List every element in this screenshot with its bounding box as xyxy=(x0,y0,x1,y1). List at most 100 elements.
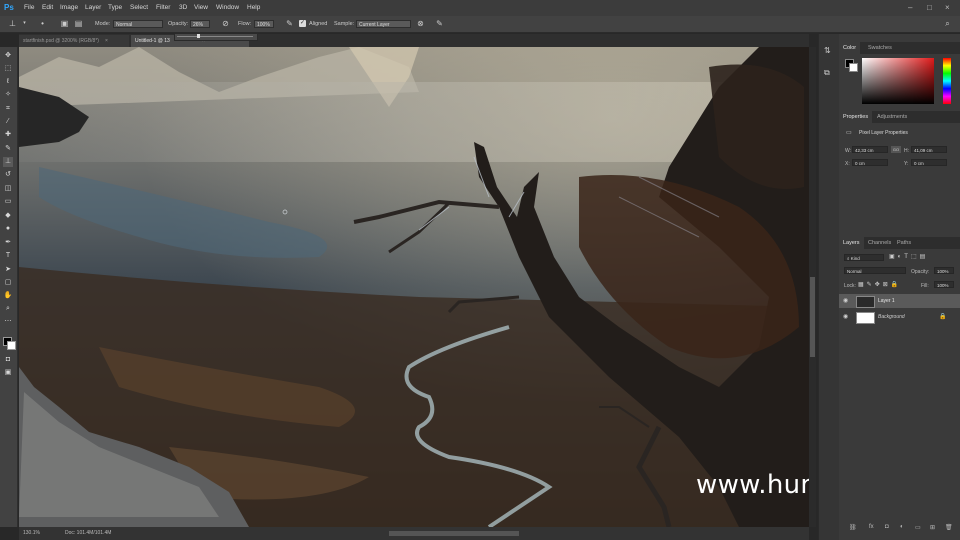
trash-icon[interactable]: 🗑 xyxy=(945,524,953,531)
canvas-vertical-scrollbar[interactable] xyxy=(809,47,816,527)
w-input[interactable]: 42,33 cm xyxy=(852,146,888,153)
y-input[interactable]: 0 cm xyxy=(911,159,947,166)
menu-file[interactable]: File xyxy=(24,4,34,11)
link-layers-icon[interactable]: ⛓ xyxy=(849,524,857,531)
eyedropper-tool-icon[interactable]: ⁄ xyxy=(3,117,13,127)
clone-stamp-tool-icon[interactable]: ⊥ xyxy=(3,157,13,167)
menu-type[interactable]: Type xyxy=(108,4,122,11)
screen-mode-icon[interactable]: ▣ xyxy=(3,368,13,378)
lock-icons[interactable]: ▦✎✥⊠🔒 xyxy=(858,281,901,288)
blur-tool-icon[interactable]: ◆ xyxy=(3,211,13,221)
visibility-eye-icon[interactable]: ◉ xyxy=(843,294,848,308)
mode-select[interactable]: Normal xyxy=(113,20,163,28)
quick-select-tool-icon[interactable]: ✧ xyxy=(3,90,13,100)
color-picker-field[interactable] xyxy=(862,58,934,104)
h-input[interactable]: 41,09 cm xyxy=(911,146,947,153)
link-dimensions-icon[interactable]: GO xyxy=(891,146,901,153)
menu-help[interactable]: Help xyxy=(247,4,260,11)
layer-opacity-input[interactable]: 100% xyxy=(934,267,954,274)
vertical-scroll-thumb[interactable] xyxy=(810,277,815,357)
visibility-eye-icon[interactable]: ◉ xyxy=(843,310,848,324)
brush-panel-icon[interactable]: ▣ xyxy=(60,19,69,28)
fill-label: Fill: xyxy=(921,283,929,289)
properties-panel-icon[interactable]: ⧉ xyxy=(824,68,830,78)
clone-stamp-tool-icon[interactable]: ⊥ xyxy=(8,19,17,28)
opacity-slider-handle[interactable] xyxy=(197,34,200,38)
pressure-opacity-icon[interactable]: ⊘ xyxy=(221,19,230,28)
lasso-tool-icon[interactable]: ℓ xyxy=(3,77,13,87)
ignore-adjustment-icon[interactable]: ⊗ xyxy=(416,19,425,28)
quick-mask-icon[interactable]: ◘ xyxy=(3,355,13,365)
menu-layer[interactable]: Layer xyxy=(85,4,101,11)
airbrush-icon[interactable]: ✎ xyxy=(285,19,294,28)
tab-color[interactable]: Color xyxy=(839,42,861,54)
horizontal-scroll-thumb[interactable] xyxy=(389,531,519,536)
lock-icon: 🔒 xyxy=(939,314,947,320)
brush-preset-icon[interactable]: • xyxy=(38,19,47,28)
layer-filter-icons[interactable]: ▣◐T⬚▤ xyxy=(889,253,928,260)
color-background-swatch[interactable] xyxy=(849,63,858,72)
clone-source-icon[interactable]: ▤ xyxy=(74,19,83,28)
aligned-checkbox[interactable]: ✓ xyxy=(299,20,306,27)
minimize-icon[interactable]: – xyxy=(908,3,912,12)
fill-input[interactable]: 100% xyxy=(934,281,954,288)
x-input[interactable]: 0 cm xyxy=(852,159,888,166)
zoom-tool-icon[interactable]: ⌕ xyxy=(3,304,13,314)
tab-adjustments[interactable]: Adjustments xyxy=(873,111,911,123)
crop-tool-icon[interactable]: ⌗ xyxy=(3,104,13,114)
blend-mode-select[interactable]: Normal xyxy=(844,267,906,274)
type-tool-icon[interactable]: T xyxy=(3,251,13,261)
menu-select[interactable]: Select xyxy=(130,4,148,11)
close-icon[interactable]: × xyxy=(945,3,950,12)
layer-row-layer-1[interactable]: ◉ Layer 1 xyxy=(839,294,960,308)
adjustment-layer-icon[interactable]: ◐ xyxy=(900,524,904,530)
sample-select[interactable]: Current Layer xyxy=(356,20,411,28)
move-tool-icon[interactable]: ✥ xyxy=(3,51,13,61)
layer-row-background[interactable]: ◉ Background 🔒 xyxy=(839,310,960,324)
marquee-tool-icon[interactable]: ⬚ xyxy=(3,64,13,74)
more-tools-icon[interactable]: ⋯ xyxy=(3,317,13,327)
tab-startfinish[interactable]: startfinish.psd @ 3200% (RGB/8*) × xyxy=(19,35,129,47)
flow-input[interactable]: 100% xyxy=(254,20,274,28)
tool-preset-chevron-icon[interactable]: ▾ xyxy=(20,19,29,28)
zoom-level[interactable]: 130.1% xyxy=(23,530,40,536)
tab-paths[interactable]: Paths xyxy=(893,237,915,249)
search-icon[interactable]: ⌕ xyxy=(943,19,952,28)
menu-view[interactable]: View xyxy=(194,4,208,11)
pressure-size-icon[interactable]: ✎ xyxy=(435,19,444,28)
tab-properties[interactable]: Properties xyxy=(839,111,873,123)
tab-close-icon[interactable]: × xyxy=(105,38,108,44)
document-canvas[interactable] xyxy=(19,47,809,527)
healing-brush-tool-icon[interactable]: ✚ xyxy=(3,130,13,140)
brush-tool-icon[interactable]: ✎ xyxy=(3,144,13,154)
fx-icon[interactable]: fx xyxy=(869,524,874,530)
menu-3d[interactable]: 3D xyxy=(179,4,187,11)
gradient-tool-icon[interactable]: ▭ xyxy=(3,197,13,207)
path-select-tool-icon[interactable]: ➤ xyxy=(3,265,13,275)
history-panel-icon[interactable]: ⇅ xyxy=(824,46,831,55)
shape-tool-icon[interactable]: ▢ xyxy=(3,278,13,288)
background-color-swatch[interactable] xyxy=(7,341,16,350)
maximize-icon[interactable]: □ xyxy=(927,3,932,12)
opacity-input[interactable]: 26% xyxy=(190,20,210,28)
dodge-tool-icon[interactable]: ● xyxy=(3,224,13,234)
tab-swatches[interactable]: Swatches xyxy=(864,42,896,54)
opacity-slider[interactable] xyxy=(174,33,258,41)
new-group-icon[interactable]: ▭ xyxy=(915,524,921,531)
tab-channels[interactable]: Channels xyxy=(864,237,895,249)
layer-name[interactable]: Background xyxy=(878,310,905,324)
layer-filter-select[interactable]: ⌕ Kind xyxy=(844,254,884,261)
pen-tool-icon[interactable]: ✒ xyxy=(3,238,13,248)
menu-image[interactable]: Image xyxy=(60,4,78,11)
add-mask-icon[interactable]: ◘ xyxy=(885,524,889,530)
hand-tool-icon[interactable]: ✋ xyxy=(3,291,13,301)
layer-name[interactable]: Layer 1 xyxy=(878,294,895,308)
hue-slider[interactable] xyxy=(943,58,951,104)
eraser-tool-icon[interactable]: ◫ xyxy=(3,184,13,194)
menu-edit[interactable]: Edit xyxy=(42,4,53,11)
new-layer-icon[interactable]: ⊞ xyxy=(930,524,935,531)
tab-layers[interactable]: Layers xyxy=(839,237,864,249)
history-brush-tool-icon[interactable]: ↺ xyxy=(3,170,13,180)
menu-filter[interactable]: Filter xyxy=(156,4,170,11)
menu-window[interactable]: Window xyxy=(216,4,239,11)
